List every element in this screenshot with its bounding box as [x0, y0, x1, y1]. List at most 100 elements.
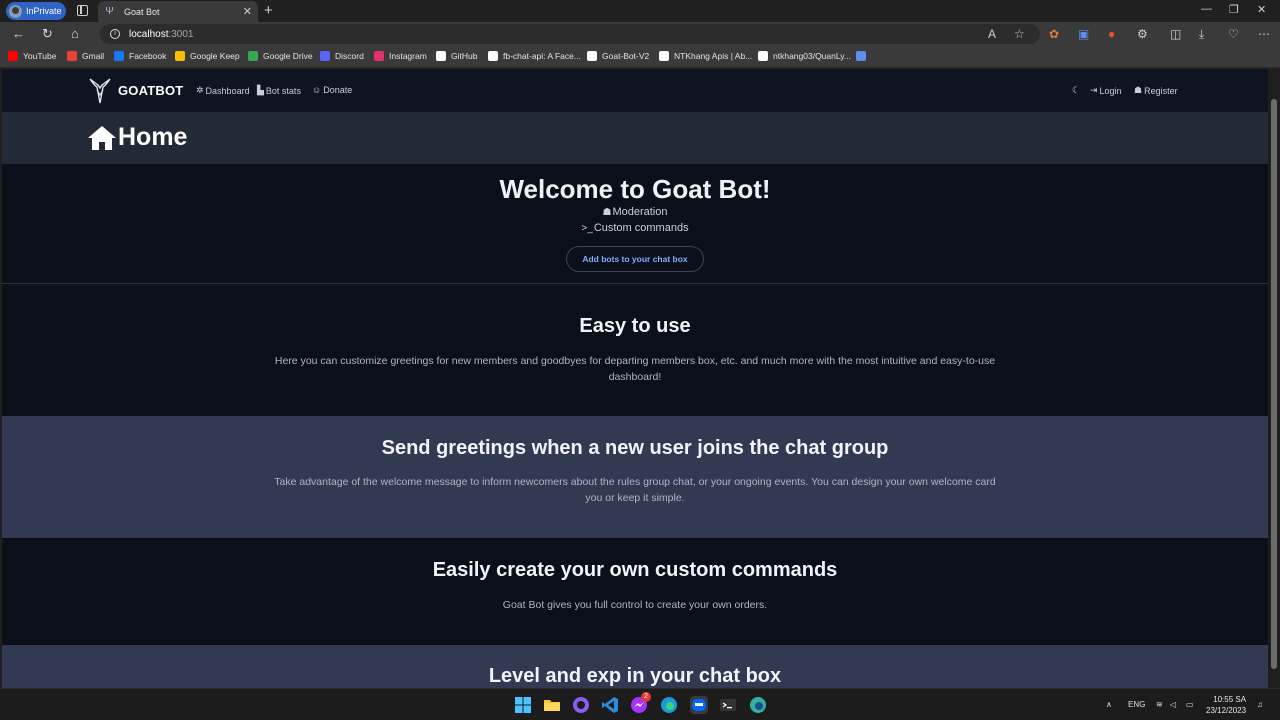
- section-text: Goat Bot gives you full control to creat…: [502, 599, 768, 611]
- page-title-text: Home: [118, 123, 188, 151]
- extension-icon[interactable]: ✿: [1049, 27, 1059, 41]
- nav-dashboard[interactable]: ✲ Dashboard: [196, 85, 250, 96]
- wifi-icon[interactable]: ≋: [1156, 700, 1163, 709]
- bookmark-item[interactable]: Google Drive: [248, 51, 313, 61]
- hero-section: Welcome to Goat Bot! ☗Moderation >_Custo…: [2, 164, 1268, 284]
- messenger-icon[interactable]: 2: [630, 692, 651, 714]
- login-icon: ⇥: [1090, 85, 1098, 95]
- bookmark-label: fb-chat-api: A Face...: [503, 51, 581, 61]
- restore-icon[interactable]: ❐: [1229, 3, 1239, 16]
- tab-goat-bot[interactable]: Ψ Goat Bot ✕: [98, 1, 258, 22]
- home-icon[interactable]: ⌂: [71, 26, 79, 42]
- bookmark-favicon-icon: [320, 51, 330, 61]
- minimize-icon[interactable]: —: [1201, 3, 1212, 15]
- bookmark-item[interactable]: YouTube: [8, 51, 56, 61]
- scrollbar-thumb[interactable]: [1271, 99, 1277, 669]
- bookmark-item[interactable]: GitHub: [436, 51, 477, 61]
- bookmark-item[interactable]: Facebook: [114, 51, 166, 61]
- start-menu-icon[interactable]: [514, 696, 532, 714]
- section-text: Take advantage of the welcome message to…: [274, 476, 996, 504]
- bookmark-item[interactable]: Google Keep: [175, 51, 240, 61]
- edge-dev-icon[interactable]: [749, 696, 767, 714]
- favorite-star-icon[interactable]: ☆: [1014, 27, 1025, 41]
- page-scrollbar[interactable]: [1268, 69, 1280, 688]
- home-icon: [88, 125, 116, 150]
- performance-icon[interactable]: ♡: [1228, 27, 1239, 41]
- nav-donate-label: Donate: [323, 85, 353, 95]
- volume-icon[interactable]: ◁: [1170, 700, 1176, 709]
- nav-login[interactable]: ⇥ Login: [1090, 85, 1122, 96]
- language-indicator[interactable]: ENG: [1128, 700, 1145, 709]
- goat-logo-icon[interactable]: [88, 77, 112, 105]
- tab-actions-icon[interactable]: [77, 5, 88, 16]
- split-screen-icon[interactable]: ◫: [1170, 27, 1181, 41]
- downloads-icon[interactable]: ⤓: [1199, 27, 1204, 42]
- bookmark-label: Goat-Bot-V2: [602, 51, 650, 61]
- inprivate-profile-button[interactable]: InPrivate: [6, 2, 66, 20]
- inprivate-label: InPrivate: [26, 6, 62, 16]
- nav-login-label: Login: [1099, 85, 1122, 96]
- extension-2-icon[interactable]: ●: [1108, 27, 1115, 41]
- system-clock[interactable]: 10:55 SA 23/12/2023: [1206, 694, 1246, 716]
- chart-icon: ▙: [257, 85, 264, 95]
- new-tab-icon[interactable]: +: [264, 2, 273, 19]
- nav-donate[interactable]: ☺ Donate: [312, 85, 352, 95]
- section-custom-commands: Easily create your own custom commands G…: [2, 538, 1268, 645]
- feature-moderation: ☗Moderation: [2, 206, 1268, 218]
- bookmark-label: Facebook: [129, 51, 167, 61]
- profile-avatar: [9, 4, 22, 18]
- translate-icon[interactable]: ▣: [1078, 27, 1089, 41]
- dark-mode-toggle[interactable]: ☾: [1072, 85, 1082, 96]
- bookmark-item[interactable]: NTKhang Apis | Ab...: [659, 51, 752, 61]
- feature-custom-commands-label: Custom commands: [593, 222, 689, 234]
- zalo-icon[interactable]: [690, 696, 708, 714]
- read-aloud-icon[interactable]: A: [988, 27, 996, 41]
- vscode-icon[interactable]: [601, 696, 619, 714]
- notification-bell-icon[interactable]: ♫: [1257, 700, 1263, 709]
- close-tab-icon[interactable]: ✕: [243, 5, 252, 18]
- site-info-icon[interactable]: i: [110, 29, 120, 39]
- bookmark-favicon-icon: [659, 51, 669, 61]
- close-window-icon[interactable]: ✕: [1257, 3, 1266, 16]
- refresh-icon[interactable]: ↻: [42, 26, 53, 42]
- bookmark-favicon-icon: [436, 51, 446, 61]
- bookmark-favicon-icon: [248, 51, 258, 61]
- bookmark-item[interactable]: Instagram: [374, 51, 427, 61]
- bookmark-item[interactable]: fb-chat-api: A Face...: [488, 51, 581, 61]
- bookmark-item[interactable]: Gmail: [67, 51, 104, 61]
- address-toolbar: ← ↻ ⌂ i localhost:3001 A ☆ ✿ ▣ ● ⚙ ◫ ⤓ ♡…: [0, 22, 1280, 46]
- address-input[interactable]: i localhost:3001: [100, 24, 1040, 44]
- bookmark-favicon-icon: [488, 51, 498, 61]
- bookmark-item[interactable]: ntkhang03/QuanLy...: [758, 51, 851, 61]
- back-icon[interactable]: ←: [12, 26, 25, 42]
- bookmark-favicon-icon: [114, 51, 124, 61]
- add-bot-button[interactable]: Add bots to your chat box: [566, 246, 704, 272]
- file-explorer-icon[interactable]: [543, 696, 561, 714]
- bookmark-label: Gmail: [82, 51, 105, 61]
- brand-name[interactable]: GOATBOT: [118, 83, 183, 98]
- bookmark-translate-icon[interactable]: [856, 51, 871, 61]
- section-easy-to-use: Easy to use Here you can customize greet…: [2, 284, 1268, 416]
- gear-icon: ✲: [196, 85, 204, 95]
- windows-taskbar: 2 ∧ ENG ≋ ◁ ▭ 10:55 SA 23/12/2023 ♫: [0, 688, 1280, 720]
- tab-title: Goat Bot: [124, 6, 160, 17]
- bookmark-label: ntkhang03/QuanLy...: [773, 51, 851, 61]
- goat-favicon-icon: Ψ: [105, 6, 114, 17]
- bookmark-item[interactable]: Goat-Bot-V2: [587, 51, 649, 61]
- bookmark-label: Instagram: [389, 51, 427, 61]
- bookmark-label: Discord: [335, 51, 364, 61]
- extensions-icon[interactable]: ⚙: [1137, 27, 1148, 41]
- more-options-icon[interactable]: ⋯: [1258, 27, 1270, 41]
- moon-icon: ☾: [1072, 85, 1081, 95]
- github-desktop-icon[interactable]: [572, 696, 590, 714]
- battery-icon[interactable]: ▭: [1186, 700, 1194, 709]
- terminal-app-icon[interactable]: [719, 696, 737, 714]
- section-title: Easy to use: [579, 315, 691, 337]
- url-port: :3001: [168, 28, 194, 40]
- nav-register[interactable]: ☗ Register: [1134, 85, 1178, 96]
- bookmark-item[interactable]: Discord: [320, 51, 364, 61]
- edge-icon[interactable]: [660, 696, 678, 714]
- tray-chevron-icon[interactable]: ∧: [1106, 700, 1112, 709]
- nav-bot-stats[interactable]: ▙ Bot stats: [257, 85, 301, 96]
- section-text: Here you can customize greetings for new…: [274, 355, 996, 383]
